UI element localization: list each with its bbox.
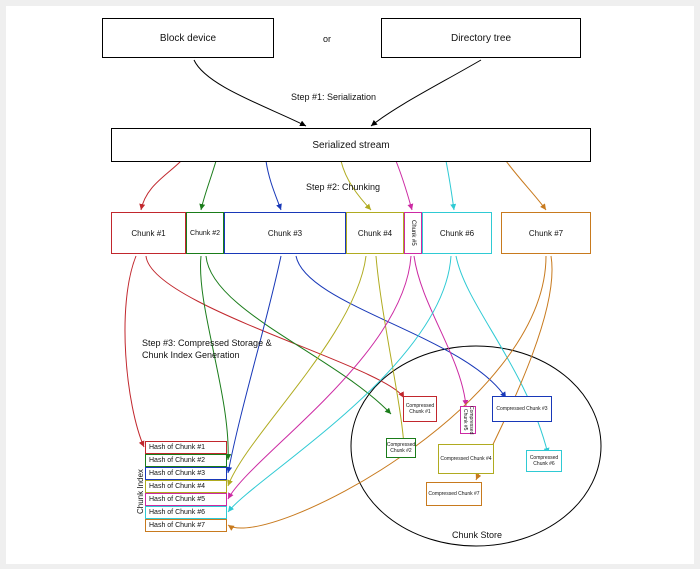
cc3-label: Compressed Chunk #3 bbox=[496, 406, 547, 412]
cc2-label: Compressed Chunk #2 bbox=[387, 442, 415, 454]
compressed-chunk-2: Compressed Chunk #2 bbox=[386, 438, 416, 458]
chunk-5-label: Chunk #5 bbox=[410, 220, 416, 246]
block-device-box: Block device bbox=[102, 18, 274, 58]
chunk-4-label: Chunk #4 bbox=[358, 229, 392, 238]
chunk-7-label: Chunk #7 bbox=[529, 229, 563, 238]
chunk-4: Chunk #4 bbox=[346, 212, 404, 254]
cc5-label: Compressed Chunk #5 bbox=[462, 406, 474, 434]
chunk-1: Chunk #1 bbox=[111, 212, 186, 254]
compressed-chunk-3: Compressed Chunk #3 bbox=[492, 396, 552, 422]
cc1-label: Compressed Chunk #1 bbox=[404, 403, 436, 415]
hash-1-label: Hash of Chunk #1 bbox=[149, 444, 205, 451]
compressed-chunk-7: Compressed Chunk #7 bbox=[426, 482, 482, 506]
chunk-7: Chunk #7 bbox=[501, 212, 591, 254]
cc4-label: Compressed Chunk #4 bbox=[440, 456, 491, 462]
chunk-store-label: Chunk Store bbox=[452, 530, 502, 540]
hash-2-label: Hash of Chunk #2 bbox=[149, 457, 205, 464]
hash-row-1: Hash of Chunk #1 bbox=[145, 441, 227, 454]
serialized-stream-label: Serialized stream bbox=[312, 140, 389, 151]
chunk-6-label: Chunk #6 bbox=[440, 229, 474, 238]
cc6-label: Compressed Chunk #6 bbox=[527, 455, 561, 467]
block-device-label: Block device bbox=[160, 33, 216, 44]
chunk-index-label: Chunk Index bbox=[136, 469, 145, 514]
directory-tree-box: Directory tree bbox=[381, 18, 581, 58]
serialized-stream-box: Serialized stream bbox=[111, 128, 591, 162]
hash-row-2: Hash of Chunk #2 bbox=[145, 454, 227, 467]
hash-row-3: Hash of Chunk #3 bbox=[145, 467, 227, 480]
hash-5-label: Hash of Chunk #5 bbox=[149, 496, 205, 503]
hash-row-5: Hash of Chunk #5 bbox=[145, 493, 227, 506]
chunk-2: Chunk #2 bbox=[186, 212, 224, 254]
compressed-chunk-6: Compressed Chunk #6 bbox=[526, 450, 562, 472]
compressed-chunk-1: Compressed Chunk #1 bbox=[403, 396, 437, 422]
step3-label-b: Chunk Index Generation bbox=[142, 350, 240, 360]
chunk-2-label: Chunk #2 bbox=[190, 230, 220, 237]
compressed-chunk-5: Compressed Chunk #5 bbox=[460, 406, 476, 434]
arrow-layer bbox=[6, 6, 694, 564]
step1-label: Step #1: Serialization bbox=[291, 92, 376, 102]
chunk-6: Chunk #6 bbox=[422, 212, 492, 254]
compressed-chunk-4: Compressed Chunk #4 bbox=[438, 444, 494, 474]
chunk-3-label: Chunk #3 bbox=[268, 229, 302, 238]
chunk-3: Chunk #3 bbox=[224, 212, 346, 254]
hash-row-6: Hash of Chunk #6 bbox=[145, 506, 227, 519]
hash-6-label: Hash of Chunk #6 bbox=[149, 509, 205, 516]
hash-row-4: Hash of Chunk #4 bbox=[145, 480, 227, 493]
step2-label: Step #2: Chunking bbox=[306, 182, 380, 192]
step3-label-a: Step #3: Compressed Storage & bbox=[142, 338, 272, 348]
hash-7-label: Hash of Chunk #7 bbox=[149, 522, 205, 529]
hash-row-7: Hash of Chunk #7 bbox=[145, 519, 227, 532]
canvas: Block device or Directory tree Step #1: … bbox=[6, 6, 694, 564]
or-label: or bbox=[323, 34, 331, 44]
hash-3-label: Hash of Chunk #3 bbox=[149, 470, 205, 477]
chunk-5: Chunk #5 bbox=[404, 212, 422, 254]
directory-tree-label: Directory tree bbox=[451, 33, 511, 44]
cc7-label: Compressed Chunk #7 bbox=[428, 491, 479, 497]
page: Block device or Directory tree Step #1: … bbox=[0, 0, 700, 569]
hash-4-label: Hash of Chunk #4 bbox=[149, 483, 205, 490]
chunk-1-label: Chunk #1 bbox=[131, 229, 165, 238]
